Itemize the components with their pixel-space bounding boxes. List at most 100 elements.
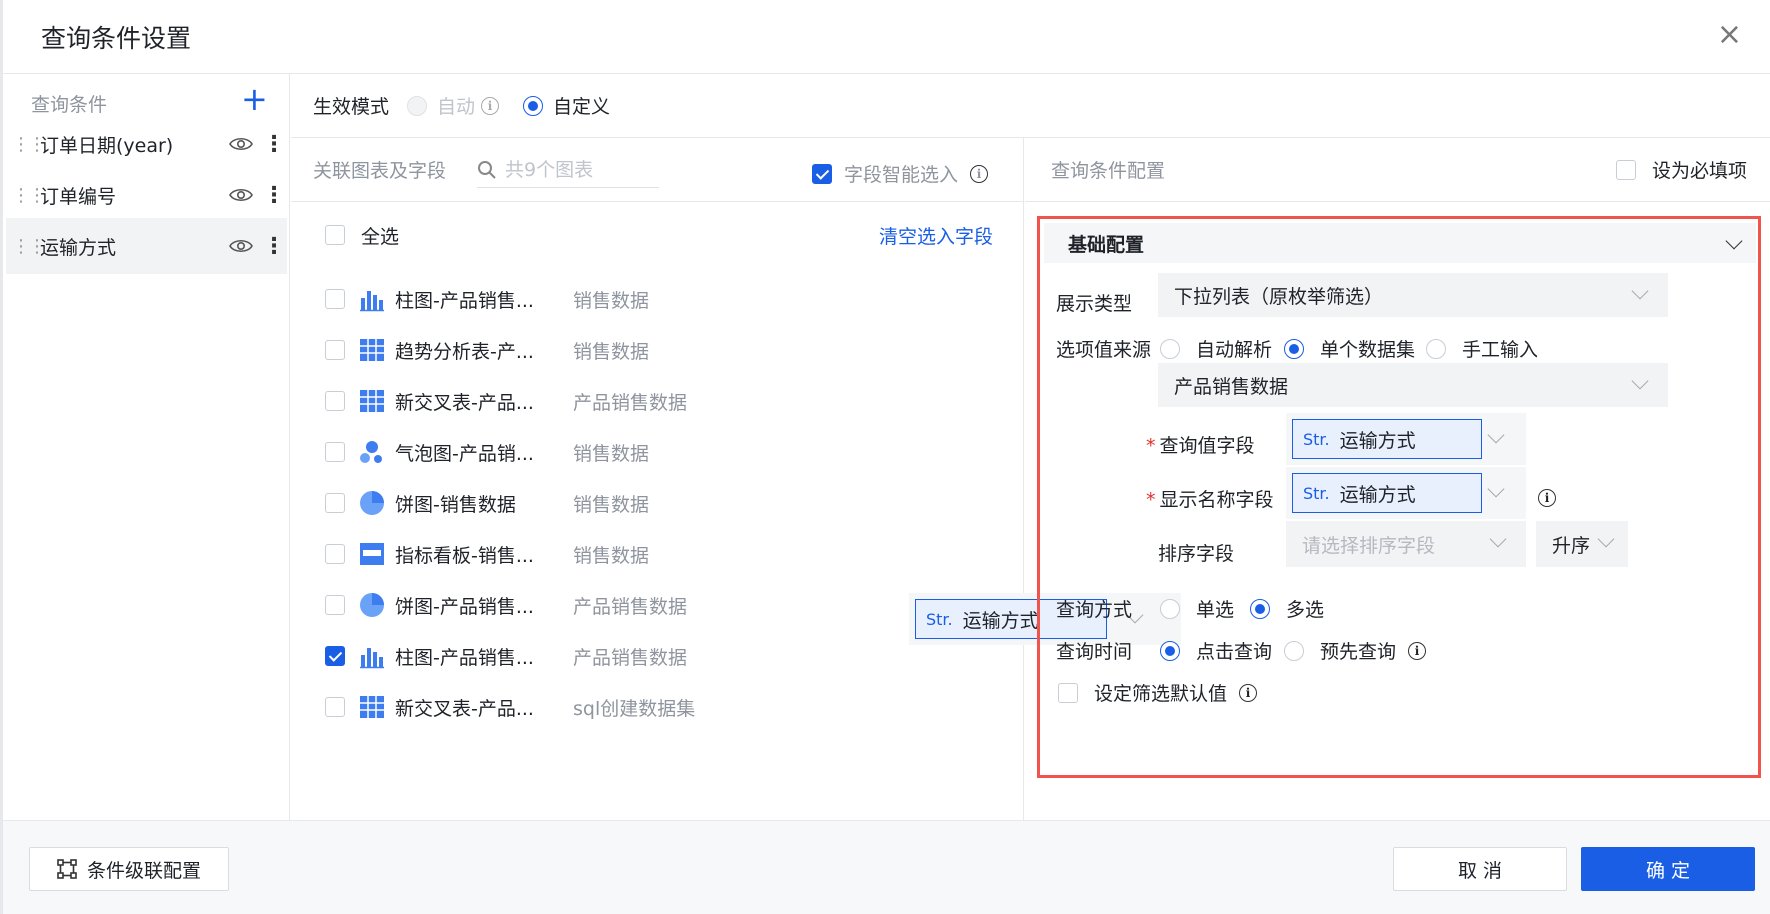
smart-select-toggle[interactable]: 字段智能选入 i	[812, 160, 989, 187]
default-value-toggle[interactable]: 设定筛选默认值 i	[1058, 679, 1258, 706]
cascade-config-button[interactable]: 条件级联配置	[29, 847, 229, 891]
click-query-radio[interactable]	[1160, 640, 1180, 661]
chart-row[interactable]: 新交叉表-产品... 产品销售数据	[325, 372, 985, 430]
chart-row-name: 趋势分析表-产...	[395, 340, 534, 363]
query-condition-dialog: 查询条件设置 × 查询条件 + ⋮⋮ 订单日期(year) ⋮ ⋮⋮ 订单编号 …	[0, 0, 1770, 914]
chart-row-name: 气泡图-产品销...	[395, 442, 534, 465]
default-value-checkbox[interactable]	[1058, 682, 1078, 703]
info-icon[interactable]: i	[1239, 683, 1258, 702]
chart-row-checkbox[interactable]	[325, 289, 345, 309]
more-icon[interactable]: ⋮	[263, 132, 285, 157]
display-field-value: 运输方式	[1339, 483, 1416, 506]
basic-config-header[interactable]: 基础配置	[1044, 223, 1756, 263]
sort-order-value: 升序	[1552, 534, 1591, 557]
mode-auto-radio	[407, 95, 428, 116]
chart-row-checkbox[interactable]	[325, 697, 345, 717]
dataset-select[interactable]: 产品销售数据	[1158, 363, 1668, 407]
chart-row[interactable]: 趋势分析表-产... 销售数据	[325, 321, 985, 379]
mode-auto-label: 自动	[437, 96, 476, 118]
confirm-button[interactable]: 确 定	[1581, 847, 1755, 891]
chart-row-checkbox[interactable]	[325, 595, 345, 615]
query-time-label: 查询时间	[1056, 641, 1133, 663]
string-type-icon: Str.	[1303, 429, 1330, 449]
condition-item-order-date[interactable]: ⋮⋮ 订单日期(year) ⋮	[6, 116, 287, 172]
chart-row-dataset: 销售数据	[573, 544, 650, 567]
required-toggle[interactable]: 设为必填项	[1615, 156, 1747, 183]
chart-row-dataset: 产品销售数据	[573, 646, 688, 669]
multi-select-radio[interactable]	[1250, 598, 1270, 619]
chart-row-checkbox[interactable]	[325, 391, 345, 411]
dataset-value: 产品销售数据	[1174, 375, 1289, 398]
bar-chart-icon	[359, 286, 395, 312]
query-time-preload[interactable]: 预先查询 i	[1284, 637, 1427, 664]
chart-row[interactable]: 气泡图-产品销... 销售数据	[325, 423, 985, 481]
more-icon[interactable]: ⋮	[263, 183, 285, 208]
query-field-select[interactable]: Str. 运输方式	[1292, 419, 1482, 459]
query-time-click[interactable]: 点击查询	[1160, 637, 1272, 664]
chart-search-input[interactable]	[505, 158, 655, 181]
effective-mode-bar: 生效模式 自动 i 自定义	[291, 74, 1770, 138]
close-icon[interactable]: ×	[1717, 20, 1742, 50]
source-option-manual[interactable]: 手工输入	[1426, 335, 1538, 362]
drag-handle-icon[interactable]: ⋮⋮	[6, 185, 46, 206]
condition-item-label: 订单日期(year)	[40, 134, 174, 157]
display-type-select[interactable]: 下拉列表（原枚举筛选）	[1158, 273, 1668, 317]
basic-config-section: 基础配置 展示类型 下拉列表（原枚举筛选） 选项值来源 自动解析 单个数据集 手…	[1037, 216, 1761, 778]
chart-row-name: 指标看板-销售...	[395, 544, 534, 567]
display-field-select[interactable]: Str. 运输方式	[1292, 473, 1482, 513]
clear-fields-link[interactable]: 清空选入字段	[879, 222, 993, 249]
more-icon[interactable]: ⋮	[263, 234, 285, 259]
add-condition-icon[interactable]: +	[241, 83, 268, 115]
mode-custom-radio[interactable]	[523, 95, 544, 116]
chevron-down-icon	[1631, 372, 1649, 390]
chart-search[interactable]	[477, 152, 659, 188]
eye-icon[interactable]	[229, 136, 253, 152]
click-query-label: 点击查询	[1196, 641, 1273, 663]
info-icon[interactable]: i	[970, 164, 989, 183]
pie-chart-icon	[359, 592, 395, 618]
required-checkbox[interactable]	[1615, 159, 1636, 180]
dialog-header: 查询条件设置 ×	[3, 0, 1770, 74]
source-manual-radio[interactable]	[1426, 338, 1446, 359]
chart-row-checkbox[interactable]	[325, 544, 345, 564]
preload-query-radio[interactable]	[1284, 640, 1304, 661]
source-auto-radio[interactable]	[1160, 338, 1180, 359]
query-mode-multi[interactable]: 多选	[1250, 595, 1324, 622]
sort-field-select[interactable]: 请选择排序字段	[1286, 521, 1526, 567]
chart-row-name: 柱图-产品销售...	[395, 289, 534, 312]
table-icon	[359, 388, 395, 414]
query-mode-single[interactable]: 单选	[1160, 595, 1234, 622]
chart-row[interactable]: 柱图-产品销售... 销售数据	[325, 270, 985, 328]
chevron-down-icon[interactable]	[1725, 232, 1743, 250]
condition-item-shipping-mode[interactable]: ⋮⋮ 运输方式 ⋮	[6, 218, 287, 274]
drag-handle-icon[interactable]: ⋮⋮	[6, 236, 46, 257]
select-all-checkbox[interactable]	[325, 225, 345, 245]
chart-row[interactable]: 指标看板-销售... 销售数据	[325, 525, 985, 583]
drag-handle-icon[interactable]: ⋮⋮	[6, 134, 46, 155]
chart-row[interactable]: 饼图-销售数据 销售数据	[325, 474, 985, 532]
source-option-auto[interactable]: 自动解析	[1160, 335, 1272, 362]
chart-row-checkbox[interactable]	[325, 340, 345, 360]
condition-item-order-number[interactable]: ⋮⋮ 订单编号 ⋮	[6, 167, 287, 223]
chart-row[interactable]: 新交叉表-产品... sql创建数据集	[325, 678, 985, 736]
bubble-chart-icon	[359, 439, 395, 465]
chart-row[interactable]: 饼图-产品销售... 产品销售数据	[325, 576, 985, 634]
chart-row-checkbox[interactable]	[325, 493, 345, 513]
info-icon[interactable]: i	[1408, 641, 1427, 660]
chart-row-checkbox[interactable]	[325, 442, 345, 462]
cancel-button[interactable]: 取 消	[1393, 847, 1567, 891]
default-value-label: 设定筛选默认值	[1094, 683, 1228, 705]
info-icon[interactable]: i	[1538, 489, 1556, 507]
chart-row[interactable]: 柱图-产品销售... 产品销售数据	[325, 627, 985, 685]
single-select-radio[interactable]	[1160, 598, 1180, 619]
chart-row-checkbox[interactable]	[325, 646, 345, 666]
source-option-dataset[interactable]: 单个数据集	[1284, 335, 1415, 362]
sort-order-select[interactable]: 升序	[1536, 521, 1628, 567]
mode-custom-label[interactable]: 自定义	[553, 92, 610, 119]
linked-charts-header: 关联图表及字段 字段智能选入 i	[291, 138, 1023, 202]
eye-icon[interactable]	[229, 187, 253, 203]
eye-icon[interactable]	[229, 238, 253, 254]
source-dataset-radio[interactable]	[1284, 338, 1304, 359]
smart-select-checkbox[interactable]	[812, 163, 832, 184]
chart-row-dataset: 销售数据	[573, 289, 650, 312]
